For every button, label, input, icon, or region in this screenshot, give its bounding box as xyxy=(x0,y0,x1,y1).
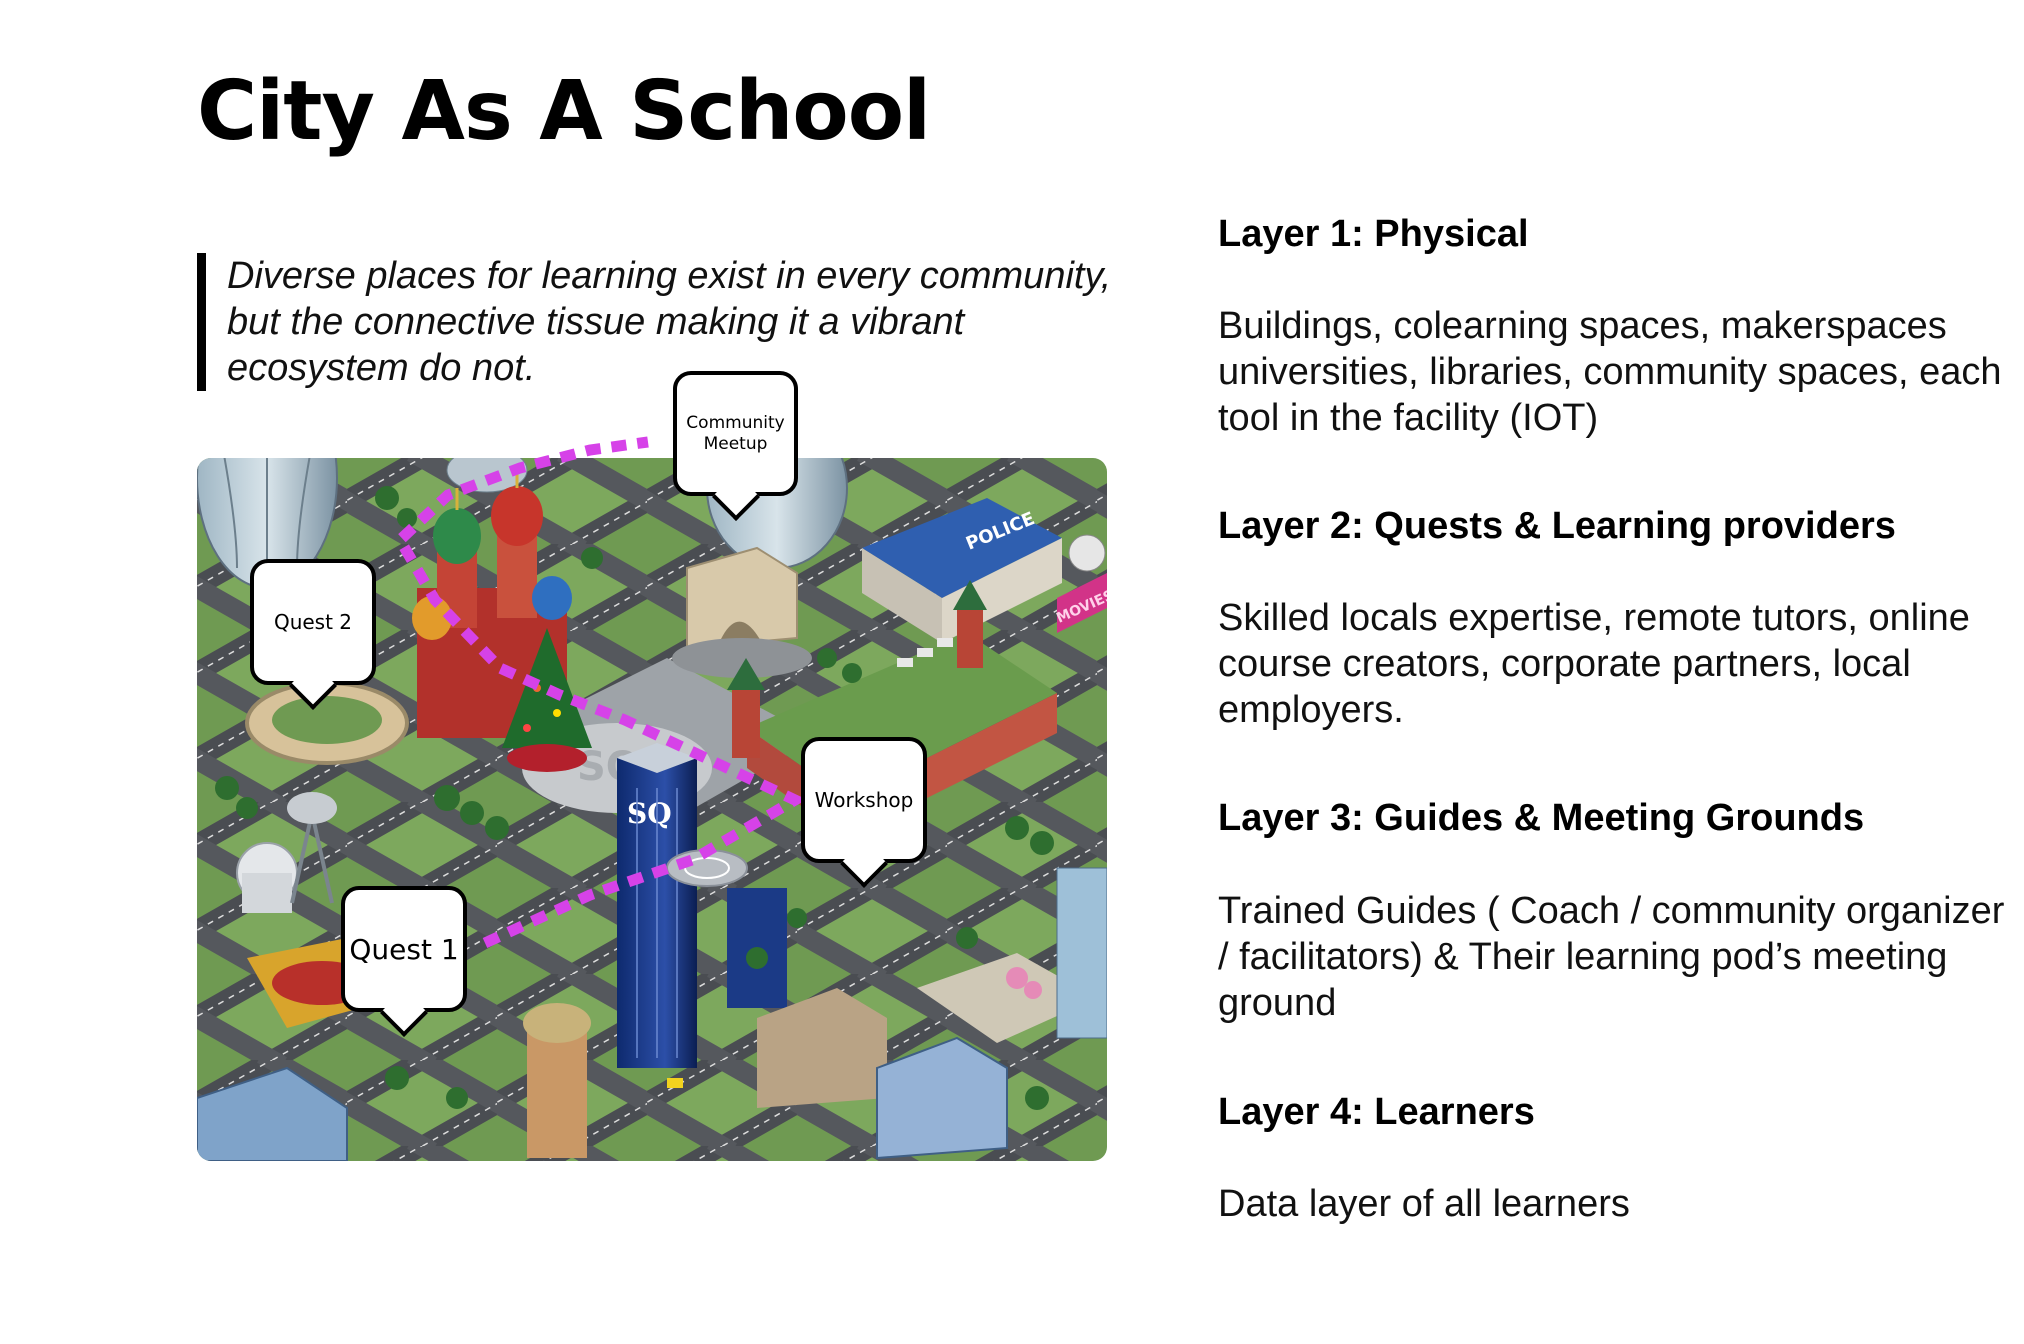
pin-community-meetup[interactable]: Community Meetup xyxy=(673,371,798,496)
pin-quest-1[interactable]: Quest 1 xyxy=(341,886,467,1012)
layer-3-heading: Layer 3: Guides & Meeting Grounds xyxy=(1218,797,1865,839)
quote-text: Diverse places for learning exist in eve… xyxy=(227,255,1112,389)
layer-1-description: Buildings, colearning spaces, makerspace… xyxy=(1218,305,2002,439)
tower-sign: SQ xyxy=(627,797,672,830)
layer-4-description: Data layer of all learners xyxy=(1218,1183,1630,1225)
layer-4-heading: Layer 4: Learners xyxy=(1218,1091,1535,1133)
pin-quest-2-label: Quest 2 xyxy=(273,610,353,634)
slide-title: City As A School xyxy=(197,64,931,159)
pin-workshop[interactable]: Workshop xyxy=(801,737,927,863)
pin-workshop-label: Workshop xyxy=(814,788,914,812)
layer-1-heading: Layer 1: Physical xyxy=(1218,213,1529,255)
layer-2-heading: Layer 2: Quests & Learning providers xyxy=(1218,505,1896,547)
pin-quest-2[interactable]: Quest 2 xyxy=(250,559,376,685)
pin-community-meetup-label: Community Meetup xyxy=(686,412,785,454)
layer-3-description: Trained Guides ( Coach / community organ… xyxy=(1218,890,2005,1024)
quote-block: Diverse places for learning exist in eve… xyxy=(197,253,1137,391)
pin-quest-1-label: Quest 1 xyxy=(349,932,459,966)
layer-2-description: Skilled locals expertise, remote tutors,… xyxy=(1218,597,1970,731)
